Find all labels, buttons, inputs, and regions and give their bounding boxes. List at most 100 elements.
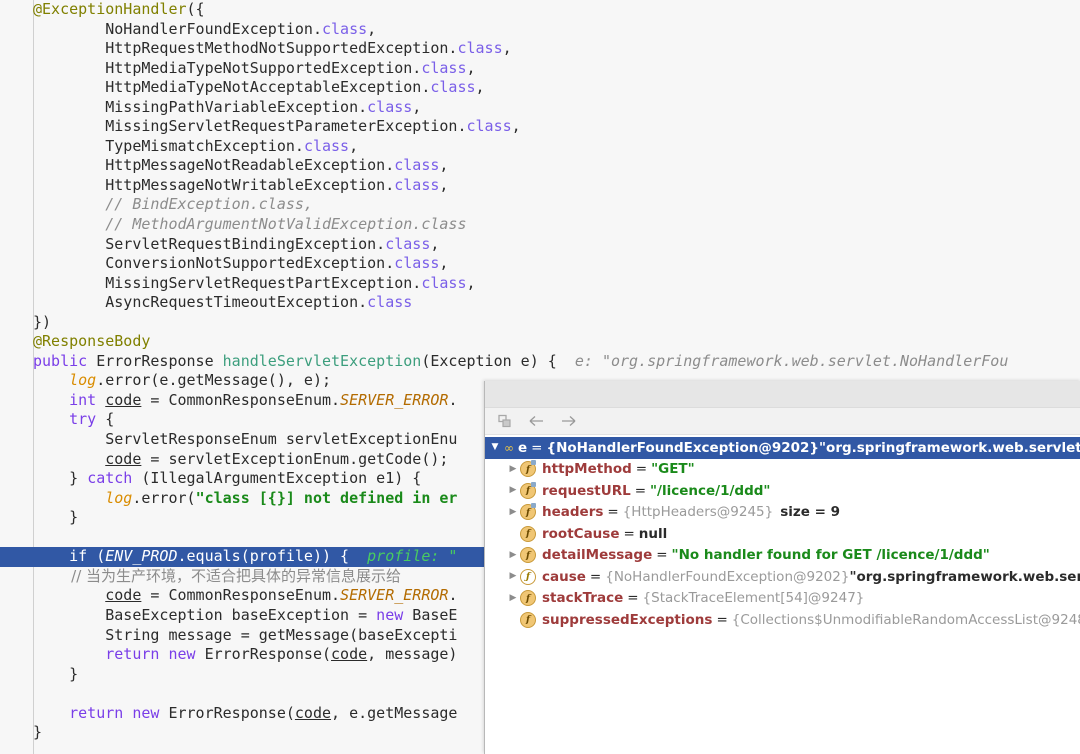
code-token: HttpMediaTypeNotSupportedException. [33, 58, 422, 77]
code-token: MissingPathVariableException. [33, 97, 368, 116]
code-token: , [466, 58, 476, 77]
code-token: (Exception e) { [421, 351, 557, 370]
debugger-field-row[interactable]: ▶ ƒ cause = {NoHandlerFoundException@9202} "… [485, 566, 1080, 588]
expander-triangle-down-icon[interactable]: ▼ [488, 443, 502, 452]
code-token: class [466, 117, 512, 136]
code-token: } [33, 508, 79, 527]
debugger-field-row[interactable]: ▶ f headers = {HttpHeaders@9245} size = 9 [485, 502, 1080, 524]
code-token: class [303, 136, 350, 155]
debugger-field-row[interactable]: ▶ f stackTrace = {StackTraceElement[54]@9247… [485, 588, 1080, 610]
code-token: ( [87, 547, 106, 566]
back-arrow-icon[interactable] [528, 413, 545, 430]
code-line[interactable]: HttpMessageNotWritableException.class, [0, 176, 1008, 196]
code-token: // MethodArgumentNotValidException.class [33, 215, 467, 234]
code-token: HttpMessageNotReadableException. [33, 156, 395, 175]
code-token: = servletExceptionEnum.getCode(); [141, 449, 449, 468]
field-icon: f [520, 611, 536, 628]
code-token: . [448, 586, 458, 605]
code-line[interactable]: HttpRequestMethodNotSupportedException.c… [0, 39, 1008, 59]
code-token: BaseE [403, 605, 458, 624]
code-line[interactable]: public ErrorResponse handleServletExcept… [0, 352, 1008, 372]
variable-value: null [638, 525, 668, 542]
code-line[interactable]: @ResponseBody [0, 332, 1008, 352]
code-line[interactable]: HttpMediaTypeNotSupportedException.class… [0, 59, 1008, 79]
debugger-field-row[interactable]: ▶ f requestURL = "/licence/1/ddd" [485, 480, 1080, 502]
code-token: class [421, 273, 467, 292]
code-line[interactable]: // BindException.class, [0, 195, 1008, 215]
debugger-field-row[interactable]: ▶ f httpMethod = "GET" [485, 459, 1080, 481]
equals-sign: = [716, 611, 728, 628]
code-token: TypeMismatchException. [33, 136, 304, 155]
expander-triangle-right-icon[interactable]: ▶ [506, 550, 520, 560]
code-token: code [294, 703, 332, 722]
code-token: , e.getMessage [331, 703, 458, 722]
popup-header-bar [485, 381, 1080, 408]
equals-sign: = [589, 568, 602, 585]
code-token: new [376, 605, 404, 624]
code-token: ServletResponseEnum servletExceptionEnu [33, 430, 458, 449]
equals-sign: = [531, 439, 543, 456]
code-line[interactable]: TypeMismatchException.class, [0, 137, 1008, 157]
code-line[interactable]: HttpMediaTypeNotAcceptableException.clas… [0, 78, 1008, 98]
debugger-value-popup[interactable]: ▼ ∞ e = {NoHandlerFoundException@9202} "org.… [484, 381, 1080, 754]
code-line[interactable]: }) [0, 313, 1008, 333]
variable-name: rootCause [542, 525, 620, 542]
debugger-field-row[interactable]: f suppressedExceptions = {Collections$Unmod… [485, 609, 1080, 631]
code-token: MissingServletRequestPartException. [33, 273, 422, 292]
code-token: , [430, 234, 440, 253]
expander-triangle-right-icon[interactable]: ▶ [506, 593, 520, 603]
field-paren-icon: ƒ [520, 568, 536, 585]
code-token: class [430, 78, 476, 97]
code-token: class [394, 156, 440, 175]
debugger-field-row[interactable]: f rootCause = null [485, 523, 1080, 545]
code-line[interactable]: MissingServletRequestParameterException.… [0, 117, 1008, 137]
code-line[interactable]: ServletRequestBindingException.class, [0, 235, 1008, 255]
expander-triangle-right-icon[interactable]: ▶ [506, 572, 520, 581]
code-token: log [33, 488, 133, 507]
equals-sign: = [635, 461, 648, 478]
code-token: HttpMediaTypeNotAcceptableException. [33, 78, 431, 97]
code-token: class [367, 293, 413, 312]
variable-value: "org.springframework.web.servlet.NoHandl [819, 439, 1080, 456]
code-token: ({ [186, 0, 205, 18]
code-token: profile: " [349, 547, 458, 566]
variable-ref: {HttpHeaders@9245} [622, 504, 774, 521]
code-token: , [439, 156, 449, 175]
debugger-field-row[interactable]: ▶ f detailMessage = "No handler found for GE… [485, 545, 1080, 567]
expander-triangle-right-icon[interactable]: ▶ [506, 464, 520, 474]
forward-arrow-icon[interactable] [560, 413, 577, 430]
code-token: , [367, 19, 377, 38]
popup-toolbar[interactable] [485, 408, 1080, 435]
code-line[interactable]: // MethodArgumentNotValidException.class [0, 215, 1008, 235]
field-final-icon: f [520, 503, 536, 521]
code-line[interactable]: ConversionNotSupportedException.class, [0, 254, 1008, 274]
code-token: log [33, 371, 97, 390]
code-token: HttpMessageNotWritableException. [33, 175, 395, 194]
code-line[interactable]: MissingServletRequestPartException.class… [0, 274, 1008, 294]
equals-sign: = [634, 482, 647, 499]
code-token: // BindException.class, [33, 195, 313, 214]
code-token: NoHandlerFoundException. [33, 19, 322, 38]
debugger-variables-tree[interactable]: ▼ ∞ e = {NoHandlerFoundException@9202} "org.… [485, 435, 1080, 631]
code-token: { [96, 410, 115, 429]
expander-triangle-right-icon[interactable]: ▶ [506, 486, 520, 495]
code-line[interactable]: MissingPathVariableException.class, [0, 98, 1008, 118]
expander-triangle-right-icon[interactable]: ▶ [506, 507, 520, 517]
code-token: , [412, 97, 422, 116]
code-token: } [33, 723, 43, 742]
code-line[interactable]: NoHandlerFoundException.class, [0, 20, 1008, 40]
copy-value-icon[interactable] [496, 413, 513, 430]
debugger-root-row[interactable]: ▼ ∞ e = {NoHandlerFoundException@9202} "org.… [485, 437, 1080, 459]
ide-screenshot: @ExceptionHandler({ NoHandlerFoundExcept… [0, 0, 1080, 754]
code-line[interactable]: AsyncRequestTimeoutException.class [0, 293, 1008, 313]
code-token: = CommonResponseEnum. [141, 390, 341, 409]
code-line[interactable]: HttpMessageNotReadableException.class, [0, 156, 1008, 176]
code-line[interactable]: @ExceptionHandler({ [0, 0, 1008, 20]
code-token: ErrorResponse( [195, 645, 332, 664]
code-token: String message = getMessage(baseExcepti [33, 625, 458, 644]
code-token: AsyncRequestTimeoutException. [33, 293, 368, 312]
field-icon: f [520, 590, 536, 607]
code-token: .error( [132, 488, 196, 507]
code-token: @ResponseBody [33, 332, 151, 351]
